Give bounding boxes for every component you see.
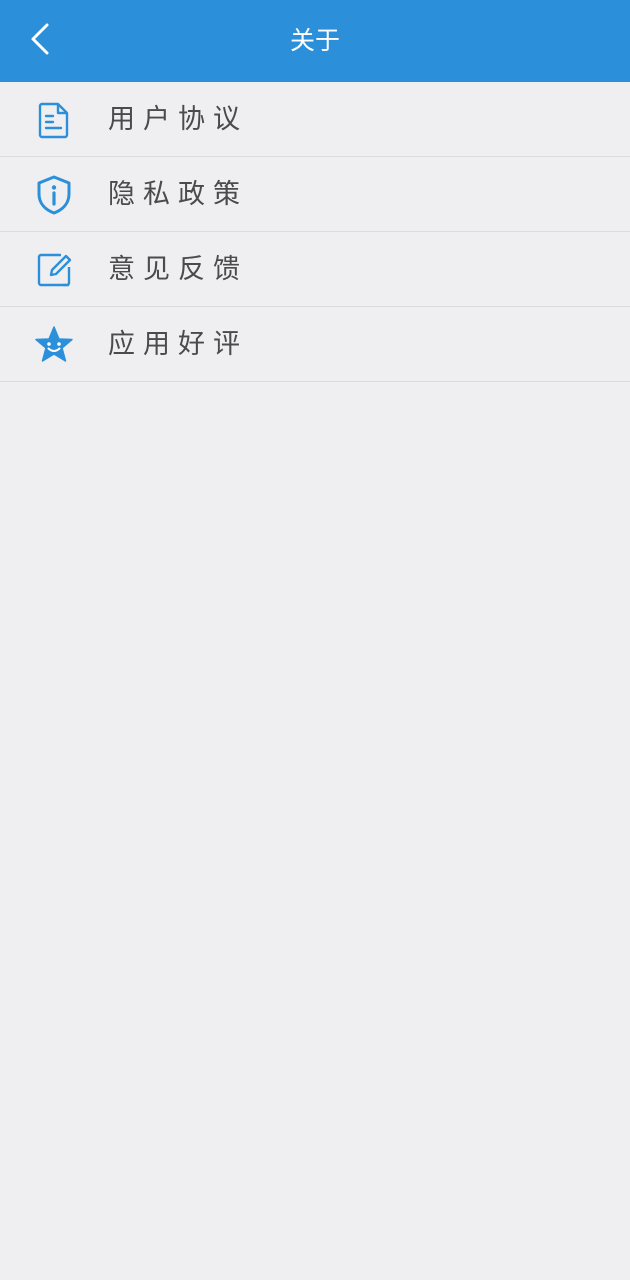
shield-info-icon [34, 175, 74, 215]
menu-item-label: 用户协议 [108, 104, 248, 135]
about-menu: 用户协议 隐私政策 意见反馈 应用好评 [0, 82, 630, 382]
menu-item-user-agreement[interactable]: 用户协议 [0, 82, 630, 157]
header-bar: 关于 [0, 0, 630, 82]
chevron-left-icon [27, 22, 53, 60]
menu-item-label: 意见反馈 [108, 254, 248, 285]
edit-icon [34, 250, 74, 290]
page-title: 关于 [289, 26, 340, 55]
back-button[interactable] [16, 16, 64, 66]
star-icon [34, 325, 74, 365]
menu-item-label: 隐私政策 [108, 179, 248, 210]
menu-item-label: 应用好评 [108, 329, 248, 360]
about-screen: 关于 用户协议 隐私政策 意见反馈 应用好评 [0, 0, 630, 1280]
document-icon [34, 100, 74, 140]
menu-item-privacy-policy[interactable]: 隐私政策 [0, 157, 630, 232]
menu-item-rate-app[interactable]: 应用好评 [0, 307, 630, 382]
menu-item-feedback[interactable]: 意见反馈 [0, 232, 630, 307]
